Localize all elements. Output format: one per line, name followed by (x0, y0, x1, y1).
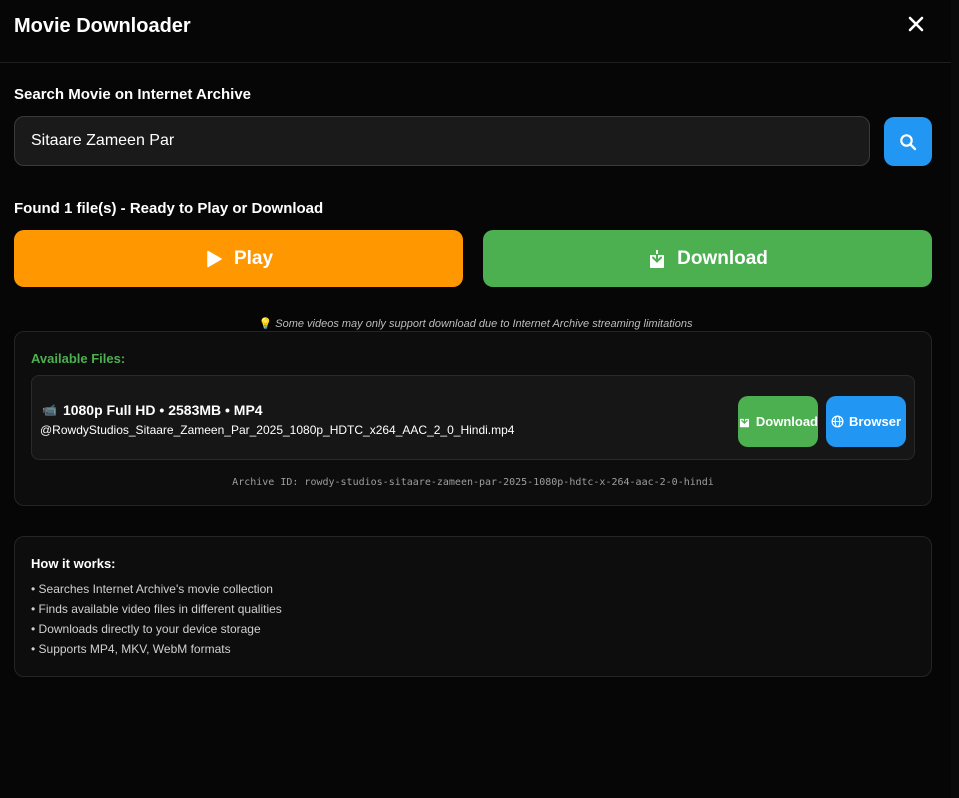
file-download-button[interactable]: Download (738, 396, 818, 447)
download-icon (739, 415, 749, 428)
download-button[interactable]: Download (483, 230, 932, 287)
how-it-works-list: • Searches Internet Archive's movie coll… (31, 581, 282, 661)
play-icon (207, 250, 222, 267)
movie-downloader-panel: Movie Downloader Search Movie on Interne… (0, 0, 951, 798)
lightbulb-icon: 💡 (258, 318, 273, 330)
header: Movie Downloader (0, 0, 951, 63)
search-input[interactable] (15, 117, 869, 165)
streaming-note: 💡 Some videos may only support download d… (0, 317, 951, 330)
download-icon (650, 248, 665, 268)
download-button-label: Download (677, 247, 768, 269)
search-button[interactable] (884, 117, 932, 166)
close-button[interactable] (902, 10, 930, 38)
list-item: • Supports MP4, MKV, WebM formats (31, 642, 231, 656)
search-label: Search Movie on Internet Archive (14, 86, 252, 103)
available-files-card: Available Files: 📹 1080p Full HD • 2583M… (14, 331, 932, 506)
archive-id: Archive ID: rowdy-studios-sitaare-zameen… (232, 477, 714, 488)
file-quality: 📹 1080p Full HD • 2583MB • MP4 (42, 402, 263, 418)
play-button[interactable]: Play (14, 230, 463, 287)
play-button-label: Play (233, 247, 274, 269)
file-row: 📹 1080p Full HD • 2583MB • MP4 @RowdyStu… (31, 375, 915, 460)
file-browser-button[interactable]: Browser (826, 396, 906, 447)
how-it-works-card: How it works: • Searches Internet Archiv… (14, 536, 932, 677)
file-browser-label: Browser (848, 414, 902, 429)
list-item: • Searches Internet Archive's movie coll… (31, 582, 273, 596)
close-icon (908, 16, 924, 32)
list-item: • Downloads directly to your device stor… (31, 622, 261, 636)
how-it-works-title: How it works: (31, 556, 116, 571)
search-field[interactable] (14, 116, 870, 166)
globe-icon (831, 415, 844, 428)
scrollbar-track (951, 0, 959, 798)
results-found-label: Found 1 file(s) - Ready to Play or Downl… (14, 200, 324, 217)
list-item: • Finds available video files in differe… (31, 602, 282, 616)
file-name: @RowdyStudios_Sitaare_Zameen_Par_2025_10… (40, 423, 515, 437)
video-camera-icon: 📹 (42, 403, 57, 417)
file-quality-label: 1080p Full HD • 2583MB • MP4 (62, 402, 263, 418)
streaming-note-text: Some videos may only support download du… (275, 318, 693, 330)
search-icon (900, 133, 917, 150)
file-download-label: Download (755, 414, 818, 429)
page-title: Movie Downloader (14, 15, 191, 37)
available-files-title: Available Files: (31, 351, 126, 366)
